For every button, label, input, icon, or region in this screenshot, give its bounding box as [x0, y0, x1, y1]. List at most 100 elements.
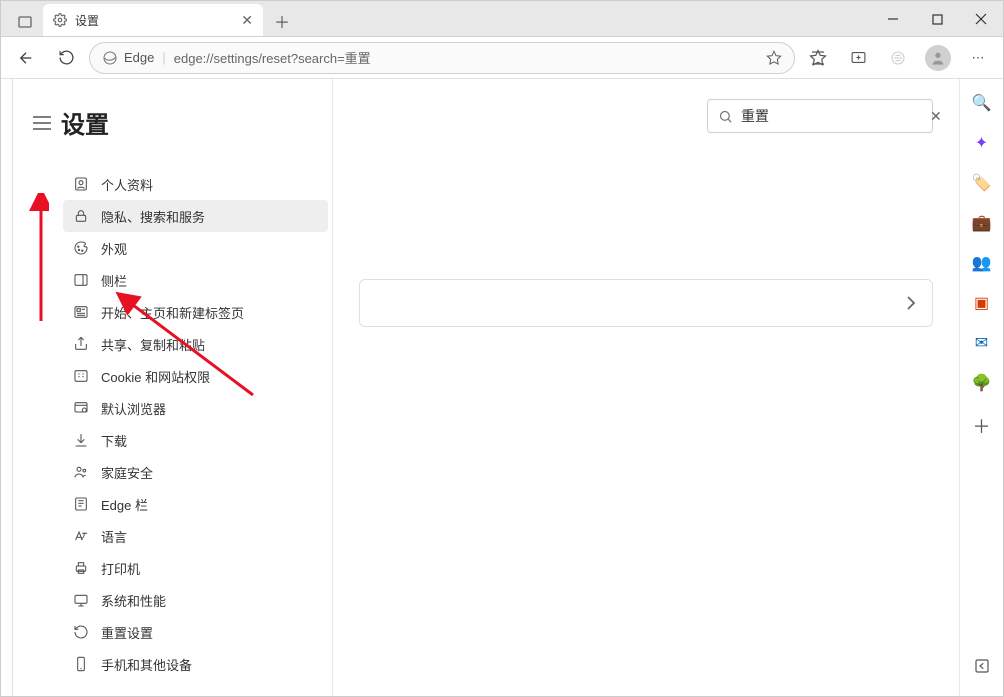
address-bar[interactable]: Edge | edge://settings/reset?search=重置 [89, 42, 795, 74]
nav-item-11[interactable]: 语言 [63, 520, 328, 552]
settings-sidebar: 设置 个人资料隐私、搜索和服务外观侧栏开始、主页和新建标签页共享、复制和粘贴 Co… [13, 79, 333, 696]
tab-rect-icon [18, 15, 32, 29]
nav-item-label: 语言 [101, 527, 127, 546]
sidebar-tools-icon[interactable]: 💼 [972, 213, 992, 233]
maximize-button[interactable] [915, 1, 959, 37]
nav-item-4[interactable]: 开始、主页和新建标签页 [63, 296, 328, 328]
content-area: 设置 个人资料隐私、搜索和服务外观侧栏开始、主页和新建标签页共享、复制和粘贴 Co… [1, 79, 1003, 696]
family-icon [73, 464, 89, 480]
tab-title: 设置 [75, 12, 233, 29]
profile-icon [73, 176, 89, 192]
nav-item-10[interactable]: Edge 栏 [63, 488, 328, 520]
sidebar-drop-icon[interactable]: 🌳 [972, 373, 992, 393]
sidebar-icon [73, 272, 89, 288]
refresh-button[interactable] [49, 41, 83, 75]
favorite-star-icon[interactable] [766, 50, 782, 66]
collections-button[interactable] [841, 41, 875, 75]
settings-search-input[interactable] [741, 108, 922, 124]
browser-icon [73, 400, 89, 416]
edgebar-icon [73, 496, 89, 512]
nav-item-label: 开始、主页和新建标签页 [101, 303, 244, 322]
close-window-button[interactable] [959, 1, 1003, 37]
nav-item-8[interactable]: 下载 [63, 424, 328, 456]
nav-item-15[interactable]: 手机和其他设备 [63, 648, 328, 680]
share-icon [73, 336, 89, 352]
sidebar-games-icon[interactable]: 👥 [972, 253, 992, 273]
search-result-row[interactable] [359, 279, 933, 327]
toolbar: Edge | edge://settings/reset?search=重置 ⋯ [1, 37, 1003, 79]
new-tab-button[interactable]: ＋ [267, 6, 297, 36]
lock-icon [73, 208, 89, 224]
nav-item-label: 共享、复制和粘贴 [101, 335, 205, 354]
minimize-button[interactable] [871, 1, 915, 37]
nav-item-label: 默认浏览器 [101, 399, 166, 418]
nav-item-1[interactable]: 隐私、搜索和服务 [63, 200, 328, 232]
nav-item-label: 外观 [101, 239, 127, 258]
nav-item-6[interactable]: Cookie 和网站权限 [63, 360, 328, 392]
nav-item-label: 打印机 [101, 559, 140, 578]
nav-item-label: 隐私、搜索和服务 [101, 207, 205, 226]
nav-item-label: 下载 [101, 431, 127, 450]
reset-icon [73, 624, 89, 640]
tab-settings[interactable]: 设置 ✕ [43, 4, 263, 36]
nav-item-12[interactable]: 打印机 [63, 552, 328, 584]
nav-item-label: 重置设置 [101, 623, 153, 642]
back-button[interactable] [9, 41, 43, 75]
nav-item-2[interactable]: 外观 [63, 232, 328, 264]
tab-actions-button[interactable] [9, 8, 41, 36]
sidebar-add-icon[interactable]: ＋ [973, 413, 991, 439]
window-controls [871, 1, 1003, 37]
gear-icon [53, 13, 67, 27]
page-title: 设置 [61, 105, 109, 140]
nav-item-9[interactable]: 家庭安全 [63, 456, 328, 488]
nav-item-14[interactable]: 重置设置 [63, 616, 328, 648]
cookie-icon [73, 368, 89, 384]
nav-item-5[interactable]: 共享、复制和粘贴 [63, 328, 328, 360]
url-text: edge://settings/reset?search=重置 [174, 48, 758, 67]
brand-text: Edge [124, 50, 154, 65]
system-icon [73, 592, 89, 608]
sidebar-discover-icon[interactable]: ✦ [975, 133, 988, 153]
search-icon [718, 109, 733, 124]
nav-item-label: 家庭安全 [101, 463, 153, 482]
ie-mode-button[interactable] [881, 41, 915, 75]
edge-logo-icon [102, 50, 118, 66]
browser-window: 设置 ✕ ＋ Edge | edge://settings/reset?sear… [0, 0, 1004, 697]
home-icon [73, 304, 89, 320]
nav-item-7[interactable]: 默认浏览器 [63, 392, 328, 424]
appearance-icon [73, 240, 89, 256]
more-button[interactable]: ⋯ [961, 41, 995, 75]
edge-brand: Edge [102, 50, 154, 66]
nav-item-label: 手机和其他设备 [101, 655, 192, 674]
settings-nav: 个人资料隐私、搜索和服务外观侧栏开始、主页和新建标签页共享、复制和粘贴 Cooki… [13, 168, 332, 696]
printer-icon [73, 560, 89, 576]
address-separator: | [162, 50, 165, 65]
tab-strip: 设置 ✕ ＋ [9, 1, 297, 36]
settings-content: ✕ [333, 79, 959, 696]
nav-item-0[interactable]: 个人资料 [63, 168, 328, 200]
sidebar-outlook-icon[interactable]: ✉ [975, 333, 988, 353]
sidebar-office-icon[interactable]: ▣ [974, 293, 989, 313]
settings-search-box[interactable]: ✕ [707, 99, 933, 133]
sidebar-search-icon[interactable]: 🔍 [972, 93, 992, 113]
left-edge-strip [1, 79, 13, 696]
chevron-right-icon [906, 296, 916, 310]
nav-item-13[interactable]: 系统和性能 [63, 584, 328, 616]
favorites-button[interactable] [801, 41, 835, 75]
download-icon [73, 432, 89, 448]
nav-item-label: 系统和性能 [101, 591, 166, 610]
tab-close-button[interactable]: ✕ [241, 12, 253, 29]
nav-item-3[interactable]: 侧栏 [63, 264, 328, 296]
sidebar-settings-icon[interactable] [974, 658, 990, 674]
edge-sidebar: 🔍 ✦ 🏷️ 💼 👥 ▣ ✉ 🌳 ＋ [959, 79, 1003, 696]
hamburger-icon[interactable] [33, 116, 51, 130]
language-icon [73, 528, 89, 544]
clear-search-button[interactable]: ✕ [930, 108, 942, 125]
nav-item-label: 个人资料 [101, 175, 153, 194]
phone-icon [73, 656, 89, 672]
nav-item-label: Cookie 和网站权限 [101, 367, 210, 386]
sidebar-shopping-icon[interactable]: 🏷️ [972, 173, 992, 193]
profile-button[interactable] [921, 41, 955, 75]
settings-page: 设置 个人资料隐私、搜索和服务外观侧栏开始、主页和新建标签页共享、复制和粘贴 Co… [13, 79, 1003, 696]
title-bar: 设置 ✕ ＋ [1, 1, 1003, 37]
